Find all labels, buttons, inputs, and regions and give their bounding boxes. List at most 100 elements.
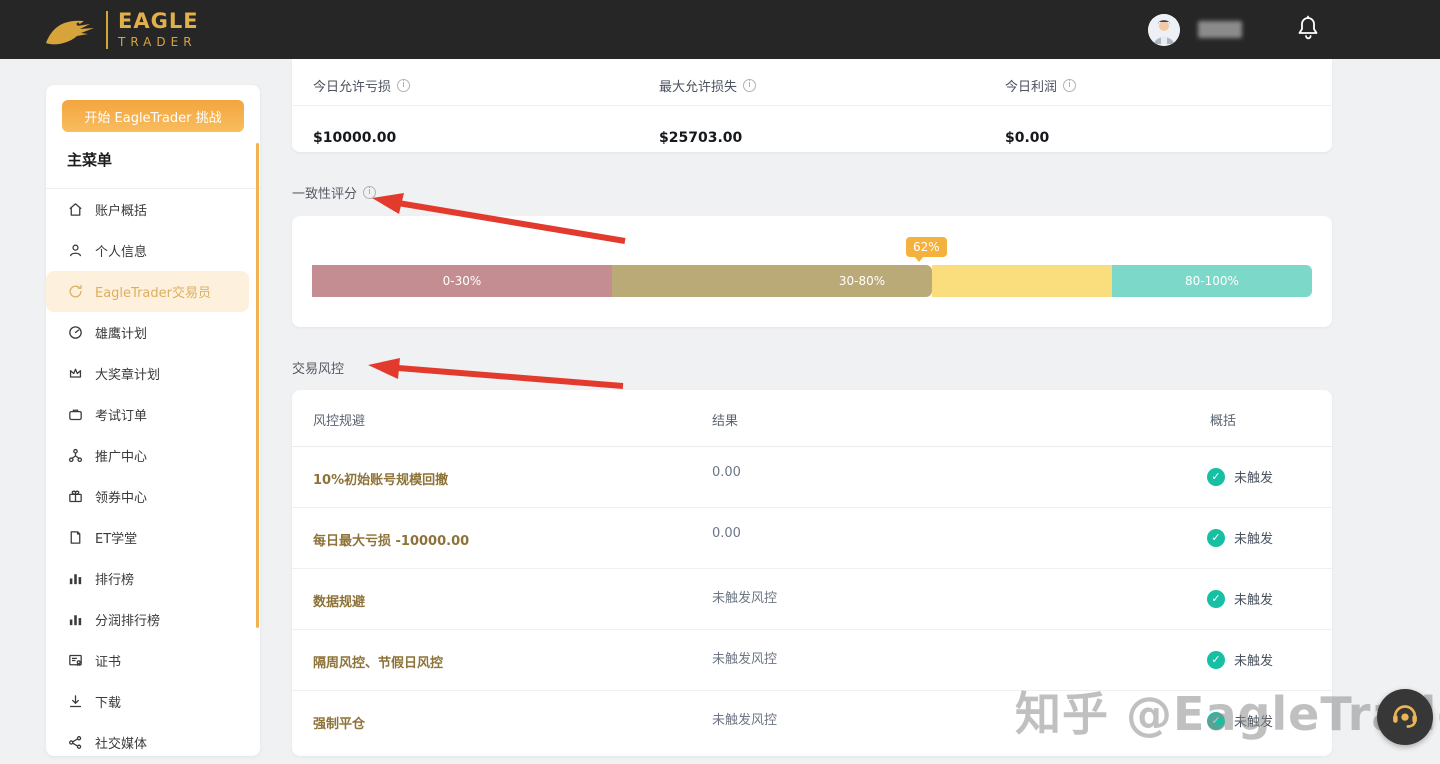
risk-rule-status: 未触发 [1207,528,1273,547]
status-label: 未触发 [1234,467,1273,486]
sidebar-menu-item[interactable]: 雄鹰计划 [46,312,260,353]
stat-label: 今日允许亏损 [313,76,391,95]
risk-control-table: 风控规避 结果 概括 10%初始账号规模回撤 0.00 未触发 每日最大亏损 -… [292,390,1332,756]
stat-column: 今日利润 [984,59,1330,105]
brand-logo[interactable]: EAGLE TRADER [44,11,199,49]
sidebar-menu-item[interactable]: 社交媒体 [46,722,260,763]
headset-icon [1388,698,1422,736]
stat-label-row: 今日允许亏损 [292,59,638,99]
risk-rule-name: 强制平仓 [313,713,365,732]
sidebar-item-label: 雄鹰计划 [95,323,147,342]
briefcase-icon [67,406,84,423]
user-avatar[interactable] [1148,14,1180,46]
support-chat-button[interactable] [1377,689,1433,745]
status-label: 未触发 [1234,589,1273,608]
risk-rule-name: 每日最大亏损 -10000.00 [313,530,469,549]
table-row: 每日最大亏损 -10000.00 0.00 未触发 [292,508,1332,569]
risk-rule-result: 0.00 [712,465,741,480]
sidebar-menu-item[interactable]: 证书 [46,640,260,681]
stat-value-cell: $25703.00 [638,112,984,152]
risk-rule-status: 未触发 [1207,467,1273,486]
score-bar-segment [312,265,612,297]
check-icon [1207,590,1225,608]
risk-rule-status: 未触发 [1207,589,1273,608]
sidebar-item-label: 证书 [95,651,121,670]
table-row: 隔周风控、节假日风控 未触发风控 未触发 [292,630,1332,691]
sidebar-item-label: 考试订单 [95,405,147,424]
risk-section-title: 交易风控 [292,358,344,377]
home-icon [67,201,84,218]
check-icon [1207,712,1225,730]
start-challenge-button[interactable]: 开始 EagleTrader 挑战 [62,100,244,132]
chart-icon [67,611,84,628]
stat-value-cell: $0.00 [984,112,1330,152]
stat-column: 最大允许损失 [638,59,984,105]
brand-text: EAGLE TRADER [118,11,199,48]
stat-label-row: 今日利润 [984,59,1330,99]
column-header-rule: 风控规避 [313,410,365,429]
sidebar-menu-item[interactable]: EagleTrader交易员 [46,271,249,312]
sidebar-menu-item[interactable]: 个人信息 [46,230,260,271]
info-icon[interactable] [1063,79,1076,92]
stat-label: 今日利润 [1005,76,1057,95]
risk-table-body: 10%初始账号规模回撤 0.00 未触发 每日最大亏损 -10000.00 0.… [292,447,1332,752]
sidebar-menu-item[interactable]: 分润排行榜 [46,599,260,640]
sidebar-menu-item[interactable]: 领券中心 [46,476,260,517]
sidebar-menu-item[interactable]: 下载 [46,681,260,722]
stat-value: $0.00 [984,112,1330,146]
sidebar-menu-item[interactable]: 大奖章计划 [46,353,260,394]
username-blurred [1198,21,1242,38]
sidebar-menu: 账户概括 个人信息 EagleTrader交易员 雄鹰计划 大奖章计划 [46,189,260,763]
score-bar-segment [932,265,1112,297]
sidebar-menu-item[interactable]: 排行榜 [46,558,260,599]
info-icon[interactable] [743,79,756,92]
score-bar-segment [1112,265,1312,297]
gauge-icon [67,324,84,341]
sidebar-menu-item[interactable]: ET学堂 [46,517,260,558]
stat-value: $25703.00 [638,112,984,146]
sidebar-scrollbar[interactable] [256,143,259,628]
sidebar-item-label: 分润排行榜 [95,610,160,629]
sidebar-menu-item[interactable]: 推广中心 [46,435,260,476]
sidebar-menu-item[interactable]: 账户概括 [46,189,260,230]
risk-rule-status: 未触发 [1207,711,1273,730]
stat-column: 今日允许亏损 [292,59,638,105]
download-icon [67,693,84,710]
score-bar-segment [612,265,932,297]
sidebar-item-label: 大奖章计划 [95,364,160,383]
stat-label-row: 最大允许损失 [638,59,984,99]
sidebar-item-label: ET学堂 [95,528,137,547]
annotation-arrow-risk [368,358,623,386]
book-icon [67,529,84,546]
risk-rule-name: 10%初始账号规模回撤 [313,469,448,488]
brand-line1: EAGLE [118,11,199,32]
chart-icon [67,570,84,587]
share-icon [67,734,84,751]
consistency-score-bar: 0-30%30-80%80-100% 62% [312,265,1312,297]
medal-icon [67,365,84,382]
column-header-summary: 概括 [1210,410,1236,429]
daily-stats-card: 今日允许亏损 最大允许损失 今日利润 $10000.00$25703.00$0.… [292,59,1332,152]
sidebar-item-label: 个人信息 [95,241,147,260]
info-icon[interactable] [397,79,410,92]
risk-rule-name: 隔周风控、节假日风控 [313,652,443,671]
certificate-icon [67,652,84,669]
column-header-result: 结果 [712,410,738,429]
risk-title-text: 交易风控 [292,358,344,377]
status-label: 未触发 [1234,528,1273,547]
info-icon[interactable] [363,186,376,199]
sidebar-item-label: 账户概括 [95,200,147,219]
notification-bell-icon[interactable] [1296,15,1320,45]
sidebar-item-label: 社交媒体 [95,733,147,752]
logo-separator [106,11,108,49]
consistency-score-card: 0-30%30-80%80-100% 62% [292,216,1332,327]
consistency-title-text: 一致性评分 [292,183,357,202]
status-label: 未触发 [1234,650,1273,669]
check-icon [1207,468,1225,486]
sidebar-item-label: 下载 [95,692,121,711]
risk-table-header: 风控规避 结果 概括 [292,390,1332,447]
check-icon [1207,651,1225,669]
sidebar-menu-item[interactable]: 考试订单 [46,394,260,435]
risk-rule-result: 未触发风控 [712,648,777,667]
risk-rule-name: 数据规避 [313,591,365,610]
